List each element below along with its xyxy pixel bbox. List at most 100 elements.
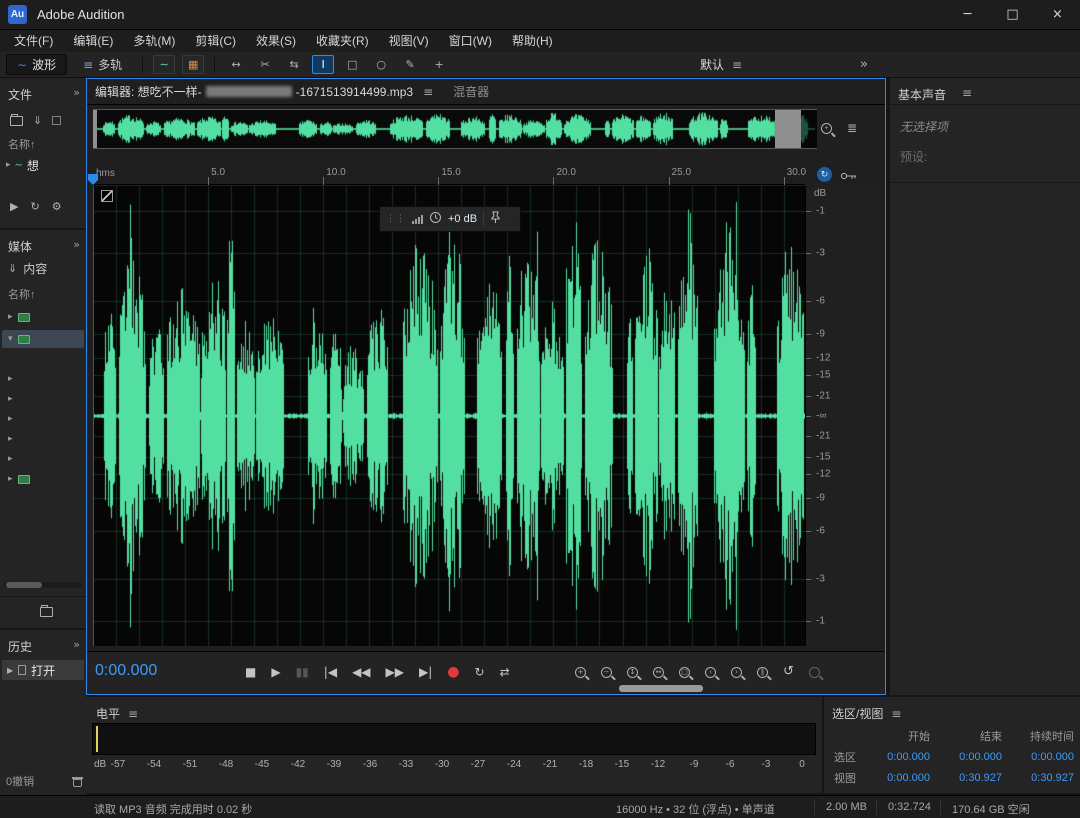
zoom-to-selection-button[interactable]: □ bbox=[679, 667, 690, 678]
selection-duration-value[interactable]: 0:00.000 bbox=[1006, 751, 1078, 763]
menu-item-5[interactable]: 效果(S) bbox=[246, 30, 306, 52]
media-horizontal-scrollbar[interactable] bbox=[4, 582, 82, 588]
levels-menu-icon[interactable]: ≡ bbox=[128, 707, 138, 721]
media-tree-row-3[interactable]: ▸ bbox=[2, 370, 84, 388]
fast-forward-button[interactable]: ▶▶ bbox=[386, 665, 404, 679]
hud-drag-handle-icon[interactable]: ⋮⋮ bbox=[386, 214, 406, 224]
stop-button[interactable]: ■ bbox=[245, 665, 256, 679]
zoom-in-amplitude-button[interactable]: ↕ bbox=[627, 667, 638, 678]
view-start-value[interactable]: 0:00.000 bbox=[868, 772, 934, 784]
waveform-view-icon[interactable]: ∼ bbox=[153, 55, 175, 74]
tab-mixer[interactable]: 混音器 bbox=[453, 83, 489, 100]
scrollbar-thumb[interactable] bbox=[6, 582, 42, 588]
play-button[interactable]: ▶ bbox=[271, 665, 280, 679]
time-selection-tool-icon[interactable]: I bbox=[312, 55, 334, 74]
auto-play-icon[interactable]: ▶ bbox=[10, 200, 18, 213]
editor-panel-menu-icon[interactable]: ≡ bbox=[423, 85, 433, 99]
reset-zoom-button[interactable]: ↺ bbox=[783, 665, 794, 679]
toolbar-overflow-icon[interactable]: » bbox=[860, 57, 868, 72]
media-name-header[interactable]: 名称↑ bbox=[8, 286, 36, 302]
file-list-item[interactable]: ▸ ∼ 想 bbox=[2, 156, 84, 174]
menu-item-7[interactable]: 视图(V) bbox=[379, 30, 439, 52]
loop-play-icon[interactable]: ↻ bbox=[30, 200, 39, 213]
media-tree-row-4[interactable]: ▸ bbox=[2, 390, 84, 408]
media-tree-row-7[interactable]: ▸ bbox=[2, 450, 84, 468]
move-tool-icon[interactable]: ↔ bbox=[225, 55, 247, 74]
view-end-value[interactable]: 0:30.927 bbox=[934, 772, 1006, 784]
chevron-right-icon[interactable]: ▸ bbox=[6, 160, 11, 170]
multitrack-mode-button[interactable]: ≡ 多轨 bbox=[73, 54, 132, 75]
overview-right-handle[interactable] bbox=[775, 110, 801, 148]
playback-settings-icon[interactable]: ⚙ bbox=[52, 200, 62, 213]
clip-gain-icon[interactable] bbox=[101, 190, 113, 202]
slip-tool-icon[interactable]: ⇆ bbox=[283, 55, 305, 74]
media-tree-row-2[interactable]: ▾ bbox=[2, 330, 84, 348]
files-name-header[interactable]: 名称↑ bbox=[8, 136, 36, 152]
menu-item-6[interactable]: 收藏夹(R) bbox=[306, 30, 379, 52]
waveform-mode-button[interactable]: ∼ 波形 bbox=[6, 54, 67, 75]
zoom-out-amplitude-button[interactable]: ↔ bbox=[653, 667, 664, 678]
panel-resize-grip[interactable] bbox=[619, 685, 703, 692]
close-button[interactable]: × bbox=[1035, 0, 1080, 30]
overview-list-icon[interactable]: ≣ bbox=[847, 121, 857, 135]
overview-left-handle[interactable] bbox=[93, 110, 97, 148]
loop-playback-button[interactable]: ↻ bbox=[475, 665, 485, 679]
lasso-selection-tool-icon[interactable]: ○ bbox=[370, 55, 392, 74]
media-collapse-icon[interactable]: » bbox=[73, 238, 80, 251]
zoom-out-time-button[interactable]: − bbox=[601, 667, 612, 678]
record-button[interactable]: ● bbox=[447, 665, 459, 679]
view-duration-value[interactable]: 0:30.927 bbox=[1006, 772, 1078, 784]
chevron-right-icon[interactable]: ▸ bbox=[8, 434, 13, 444]
zoom-between-markers-button[interactable]: ∥ bbox=[757, 667, 768, 678]
menu-item-9[interactable]: 帮助(H) bbox=[502, 30, 563, 52]
spot-healing-tool-icon[interactable]: + bbox=[428, 55, 450, 74]
overview-zoom-icon[interactable]: + bbox=[821, 123, 832, 134]
minimize-button[interactable]: ─ bbox=[945, 0, 990, 30]
trash-icon[interactable] bbox=[73, 779, 82, 787]
zoom-in-time-button[interactable]: + bbox=[575, 667, 586, 678]
key-icon[interactable] bbox=[840, 170, 857, 184]
brush-selection-tool-icon[interactable]: ✎ bbox=[399, 55, 421, 74]
media-tree-row-6[interactable]: ▸ bbox=[2, 430, 84, 448]
spectral-view-icon[interactable]: ▦ bbox=[182, 55, 204, 74]
menu-item-1[interactable]: 文件(F) bbox=[4, 30, 63, 52]
waveform-display[interactable]: ⋮⋮ +0 dB bbox=[93, 186, 805, 646]
workspace-menu-icon[interactable]: ≡ bbox=[732, 58, 742, 72]
skip-to-end-button[interactable]: ▶| bbox=[419, 665, 432, 679]
menu-item-2[interactable]: 编辑(E) bbox=[63, 30, 123, 52]
chevron-right-icon[interactable]: ▸ bbox=[8, 474, 13, 484]
time-display[interactable]: 0:00.000 bbox=[95, 662, 157, 680]
chevron-right-icon[interactable]: ▸ bbox=[8, 454, 13, 464]
selection-start-value[interactable]: 0:00.000 bbox=[868, 751, 934, 763]
menu-item-4[interactable]: 剪辑(C) bbox=[185, 30, 246, 52]
overview-canvas[interactable] bbox=[93, 110, 815, 148]
pin-icon[interactable] bbox=[490, 211, 501, 227]
zoom-to-in-point-button[interactable]: ‹ bbox=[705, 667, 716, 678]
marquee-selection-tool-icon[interactable]: □ bbox=[341, 55, 363, 74]
zoom-to-out-point-button[interactable]: › bbox=[731, 667, 742, 678]
new-file-icon[interactable] bbox=[52, 116, 61, 125]
waveform-canvas[interactable] bbox=[93, 186, 805, 646]
history-entry-open[interactable]: ▶ 打开 bbox=[2, 660, 84, 680]
hud-gain-value[interactable]: +0 dB bbox=[448, 213, 477, 225]
menu-item-8[interactable]: 窗口(W) bbox=[439, 30, 502, 52]
skip-selection-button[interactable]: ⇄ bbox=[500, 665, 510, 679]
add-folder-icon[interactable] bbox=[40, 607, 53, 617]
import-file-icon[interactable]: ⇓ bbox=[33, 114, 42, 127]
chevron-down-icon[interactable]: ▾ bbox=[8, 334, 13, 344]
chevron-right-icon[interactable]: ▸ bbox=[8, 394, 13, 404]
hud-volume-panel[interactable]: ⋮⋮ +0 dB bbox=[379, 206, 521, 232]
tab-editor[interactable]: 编辑器: 想吃不一样- -1671513914499.mp3 ≡ bbox=[95, 83, 433, 100]
files-collapse-icon[interactable]: » bbox=[73, 86, 80, 99]
chevron-right-icon[interactable]: ▸ bbox=[8, 414, 13, 424]
razor-tool-icon[interactable]: ✂ bbox=[254, 55, 276, 74]
workspace-switcher[interactable]: 默认 ≡ bbox=[700, 56, 742, 73]
waveform-overview[interactable] bbox=[93, 109, 817, 149]
media-tree-row-1[interactable]: ▸ bbox=[2, 308, 84, 326]
menu-item-3[interactable]: 多轨(M) bbox=[123, 30, 185, 52]
maximize-button[interactable]: □ bbox=[990, 0, 1035, 30]
timeline-ruler[interactable]: hms 5.010.015.020.025.030.0 bbox=[93, 165, 805, 185]
current-time-indicator[interactable] bbox=[93, 186, 94, 646]
selection-view-menu-icon[interactable]: ≡ bbox=[891, 707, 901, 721]
chevron-right-icon[interactable]: ▸ bbox=[8, 312, 13, 322]
